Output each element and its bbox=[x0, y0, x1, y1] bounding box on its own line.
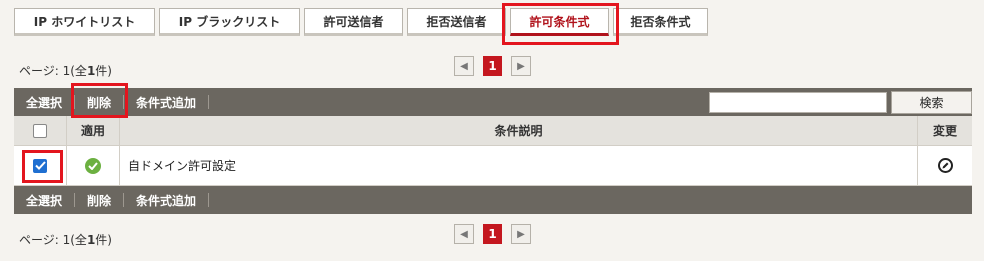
select-all-checkbox[interactable] bbox=[33, 123, 47, 138]
tab-allowed-senders[interactable]: 許可送信者 bbox=[304, 8, 403, 36]
row-edit-cell bbox=[918, 146, 972, 185]
current-page[interactable]: 1 bbox=[483, 56, 502, 76]
add-condition-button[interactable]: 条件式追加 bbox=[124, 94, 208, 111]
row-checkbox[interactable] bbox=[33, 158, 47, 173]
row-applied-cell bbox=[67, 146, 120, 185]
select-all-button[interactable]: 全選択 bbox=[14, 94, 74, 111]
search-input[interactable] bbox=[709, 92, 887, 113]
header-select-cell bbox=[14, 116, 67, 145]
current-page[interactable]: 1 bbox=[483, 224, 502, 244]
page-info-bottom: ページ: 1(全1件) bbox=[19, 231, 112, 248]
condition-tabs: IP ホワイトリスト IP ブラックリスト 許可送信者 拒否送信者 許可条件式 … bbox=[14, 7, 712, 38]
toolbar-divider bbox=[208, 193, 210, 207]
condition-table-panel: 全選択 削除 条件式追加 検索 適用 条件説明 変更 自ドメイン許可設定 全選択… bbox=[14, 88, 972, 214]
delete-button[interactable]: 削除 bbox=[75, 94, 123, 111]
tab-ip-whitelist[interactable]: IP ホワイトリスト bbox=[14, 8, 155, 36]
page-info-prefix: ページ: 1(全 bbox=[19, 233, 87, 247]
tab-denied-senders[interactable]: 拒否送信者 bbox=[407, 8, 506, 36]
page-info-top: ページ: 1(全1件) bbox=[19, 62, 112, 79]
row-select-cell bbox=[14, 146, 67, 185]
select-all-button-bottom[interactable]: 全選択 bbox=[14, 192, 74, 209]
table-row: 自ドメイン許可設定 bbox=[14, 146, 972, 186]
header-edit: 変更 bbox=[932, 124, 957, 138]
page-info-suffix: 件) bbox=[95, 233, 112, 247]
header-description: 条件説明 bbox=[120, 116, 918, 145]
delete-button-bottom[interactable]: 削除 bbox=[75, 192, 123, 209]
search-button[interactable]: 検索 bbox=[891, 91, 972, 114]
edit-pencil-icon[interactable] bbox=[937, 158, 953, 173]
chevron-left-icon[interactable]: ◀ bbox=[454, 224, 474, 244]
pager-top: ◀ 1 ▶ bbox=[454, 56, 531, 76]
page-info-prefix: ページ: 1(全 bbox=[19, 64, 87, 78]
checkmark-icon bbox=[34, 161, 46, 170]
chevron-right-icon[interactable]: ▶ bbox=[511, 224, 531, 244]
tab-deny-conditions[interactable]: 拒否条件式 bbox=[613, 8, 708, 36]
tab-allow-conditions[interactable]: 許可条件式 bbox=[510, 8, 609, 36]
row-description: 自ドメイン許可設定 bbox=[120, 146, 918, 185]
applied-check-icon bbox=[85, 157, 101, 174]
tab-ip-blacklist[interactable]: IP ブラックリスト bbox=[159, 8, 300, 36]
toolbar-top: 全選択 削除 条件式追加 検索 bbox=[14, 88, 972, 116]
toolbar-divider bbox=[208, 95, 210, 109]
add-condition-button-bottom[interactable]: 条件式追加 bbox=[124, 192, 208, 209]
header-applied: 適用 bbox=[67, 116, 120, 145]
pager-bottom: ◀ 1 ▶ bbox=[454, 224, 531, 244]
chevron-left-icon[interactable]: ◀ bbox=[454, 56, 474, 76]
page-info-suffix: 件) bbox=[95, 64, 112, 78]
toolbar-bottom: 全選択 削除 条件式追加 bbox=[14, 186, 972, 214]
chevron-right-icon[interactable]: ▶ bbox=[511, 56, 531, 76]
table-header: 適用 条件説明 変更 bbox=[14, 116, 972, 146]
